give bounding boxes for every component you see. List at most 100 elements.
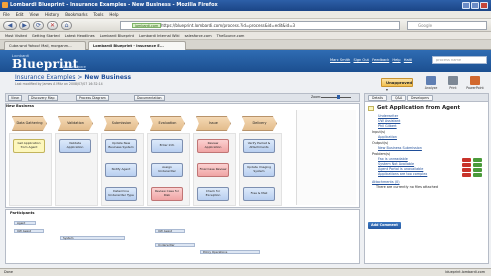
search-input[interactable]: Google bbox=[407, 21, 487, 30]
tab-mail[interactable]: Cube.wnd Yahoo! Mail, morganm... bbox=[4, 41, 86, 50]
tab-blueprint[interactable]: Lombardi Blueprint - Insurance E... bbox=[88, 41, 186, 50]
phase-issue[interactable]: Issue bbox=[196, 116, 231, 131]
analyze-icon bbox=[426, 76, 436, 85]
firefox-icon bbox=[2, 2, 8, 8]
maximize-button[interactable] bbox=[471, 2, 479, 9]
url-bar[interactable]: lombardi.com https://blueprint.lombardi.… bbox=[120, 21, 400, 30]
approval-status-dropdown[interactable]: Unapproved ▾ bbox=[381, 78, 413, 92]
participant-row[interactable]: Agent bbox=[14, 221, 36, 225]
task-box[interactable]: Final Case Review bbox=[197, 163, 229, 177]
process-search-input[interactable]: process name bbox=[432, 56, 487, 64]
zoom-knob[interactable] bbox=[336, 95, 340, 99]
site-identity-badge[interactable]: lombardi.com bbox=[132, 23, 162, 28]
process-space-link[interactable]: Process Space bbox=[63, 65, 86, 69]
reload-button[interactable]: ⟳ bbox=[33, 21, 44, 30]
participant-row[interactable]: UW Assist bbox=[14, 229, 44, 233]
participant-link[interactable]: UW Assistant bbox=[378, 119, 400, 123]
bookmark-item[interactable]: Most Visited bbox=[5, 32, 27, 39]
activity-title: Get Application from Agent bbox=[377, 105, 461, 111]
menu-item-history[interactable]: History bbox=[45, 11, 59, 19]
problem-link[interactable]: Fax is unreadable bbox=[378, 157, 408, 161]
powerpoint-button[interactable]: PowerPoint bbox=[465, 76, 485, 90]
back-button[interactable]: ◀ bbox=[3, 21, 17, 30]
phase-delivery[interactable]: Delivery bbox=[242, 116, 277, 131]
problem-link[interactable]: Agent Portal is unavailable bbox=[378, 167, 423, 171]
minimize-button[interactable] bbox=[462, 2, 470, 9]
menu-item-bookmarks[interactable]: Bookmarks bbox=[65, 11, 87, 19]
sign-out-link[interactable]: Sign Out bbox=[353, 58, 369, 62]
menu-item-help[interactable]: Help bbox=[109, 11, 118, 19]
task-box[interactable]: Notify Agent bbox=[105, 163, 137, 177]
task-box[interactable]: Check for Exception bbox=[197, 187, 229, 201]
problem-link[interactable]: Applications are too complex bbox=[378, 172, 427, 176]
participant-link[interactable]: Underwriter bbox=[378, 114, 398, 118]
task-box[interactable]: Get Application from Agent bbox=[13, 139, 45, 153]
navigation-toolbar: ◀ ▶ ⟳ ✕ ⌂ lombardi.com https://blueprint… bbox=[0, 19, 491, 32]
phase-validation[interactable]: Validation bbox=[58, 116, 93, 131]
menu-bar: File Edit View History Bookmarks Tools Help bbox=[0, 11, 491, 19]
powerpoint-icon bbox=[470, 76, 480, 85]
task-box[interactable]: Update Imaging System bbox=[243, 163, 275, 177]
phase-submission[interactable]: Submission bbox=[104, 116, 139, 131]
output-link[interactable]: New Business Submission bbox=[378, 146, 422, 150]
tab-qa[interactable]: Q&A bbox=[391, 95, 407, 101]
task-box[interactable]: Enter Info bbox=[151, 139, 183, 153]
bookmark-item[interactable]: Lombardi Blueprint bbox=[100, 32, 134, 39]
participant-row[interactable]: UW Assist bbox=[155, 229, 185, 233]
participant-link[interactable]: Phil Gilbert bbox=[378, 124, 397, 128]
task-box[interactable]: Review Application bbox=[197, 139, 229, 153]
bookmark-item[interactable]: Latest Headlines bbox=[65, 32, 95, 39]
last-modified-text: Last modified by James A Mitz on 2008/07… bbox=[15, 82, 103, 86]
task-box[interactable]: Determine Underwriter Type bbox=[105, 187, 137, 201]
print-button[interactable]: Print bbox=[443, 76, 463, 90]
diagram-minimap[interactable] bbox=[296, 110, 356, 205]
zoom-slider[interactable]: Zoom: bbox=[311, 95, 356, 100]
participant-row[interactable]: Underwriter bbox=[155, 243, 195, 247]
attachments-toggle[interactable]: Attachments (0) bbox=[372, 180, 400, 184]
participants-title: Participants bbox=[10, 211, 35, 215]
help-link[interactable]: Help bbox=[392, 58, 400, 62]
user-name-link[interactable]: Marc Smith bbox=[330, 58, 350, 62]
problem-link[interactable]: System Not Available bbox=[378, 162, 414, 166]
status-badge bbox=[473, 172, 482, 177]
severity-badge bbox=[462, 162, 471, 167]
tab-details[interactable]: Details bbox=[368, 95, 388, 101]
task-box[interactable]: Assign Underwriter bbox=[151, 163, 183, 177]
diagram-title: New Business bbox=[6, 104, 34, 108]
locale-link[interactable]: Haiti bbox=[404, 58, 412, 62]
tab-developers[interactable]: Developers bbox=[407, 95, 434, 101]
menu-item-edit[interactable]: Edit bbox=[16, 11, 24, 19]
phase-data-gathering[interactable]: Data Gathering bbox=[12, 116, 47, 131]
menu-item-tools[interactable]: Tools bbox=[94, 11, 104, 19]
bookmark-item[interactable]: salesforce.com bbox=[185, 32, 212, 39]
discovery-map-button[interactable]: Discovery Map bbox=[28, 95, 58, 101]
add-comment-button[interactable]: Add Comment bbox=[368, 222, 401, 229]
process-diagram-button[interactable]: Process Diagram bbox=[76, 95, 109, 101]
bookmark-item[interactable]: Lombardi Internal Wiki bbox=[139, 32, 180, 39]
participant-row[interactable]: Policy Operations bbox=[200, 250, 260, 254]
input-link[interactable]: Application bbox=[378, 135, 397, 139]
task-box[interactable]: Verify Packet & Attachments bbox=[243, 139, 275, 153]
bookmark-item[interactable]: Getting Started bbox=[32, 32, 60, 39]
task-box[interactable]: Update New Business System bbox=[105, 139, 137, 153]
task-box[interactable]: Validate Application bbox=[59, 139, 91, 153]
close-button[interactable] bbox=[480, 2, 488, 9]
forward-button[interactable]: ▶ bbox=[19, 21, 30, 30]
window-title: Lombardi Blueprint - Insurance Examples … bbox=[10, 2, 218, 8]
breadcrumb-link-insurance[interactable]: Insurance Examples bbox=[15, 74, 76, 81]
status-right-text: blueprint.lombardi.com bbox=[445, 270, 485, 274]
bookmark-item[interactable]: TheSource.com bbox=[217, 32, 245, 39]
task-box[interactable]: Review Case for Risk bbox=[151, 187, 183, 201]
home-icon[interactable]: ⌂ bbox=[61, 21, 72, 30]
menu-item-view[interactable]: View bbox=[29, 11, 39, 19]
analyze-button[interactable]: Analyze bbox=[421, 76, 441, 90]
url-text: https://blueprint.lombardi.com/process.?… bbox=[161, 23, 296, 28]
participant-row[interactable]: System bbox=[60, 236, 125, 240]
status-badge bbox=[473, 162, 482, 167]
stop-button[interactable]: ✕ bbox=[47, 21, 58, 30]
menu-item-file[interactable]: File bbox=[3, 11, 10, 19]
feedback-link[interactable]: Feedback bbox=[372, 58, 389, 62]
phase-evaluation[interactable]: Evaluation bbox=[150, 116, 185, 131]
task-box[interactable]: Free & Mail bbox=[243, 187, 275, 201]
documentation-button[interactable]: Documentation bbox=[134, 95, 165, 101]
